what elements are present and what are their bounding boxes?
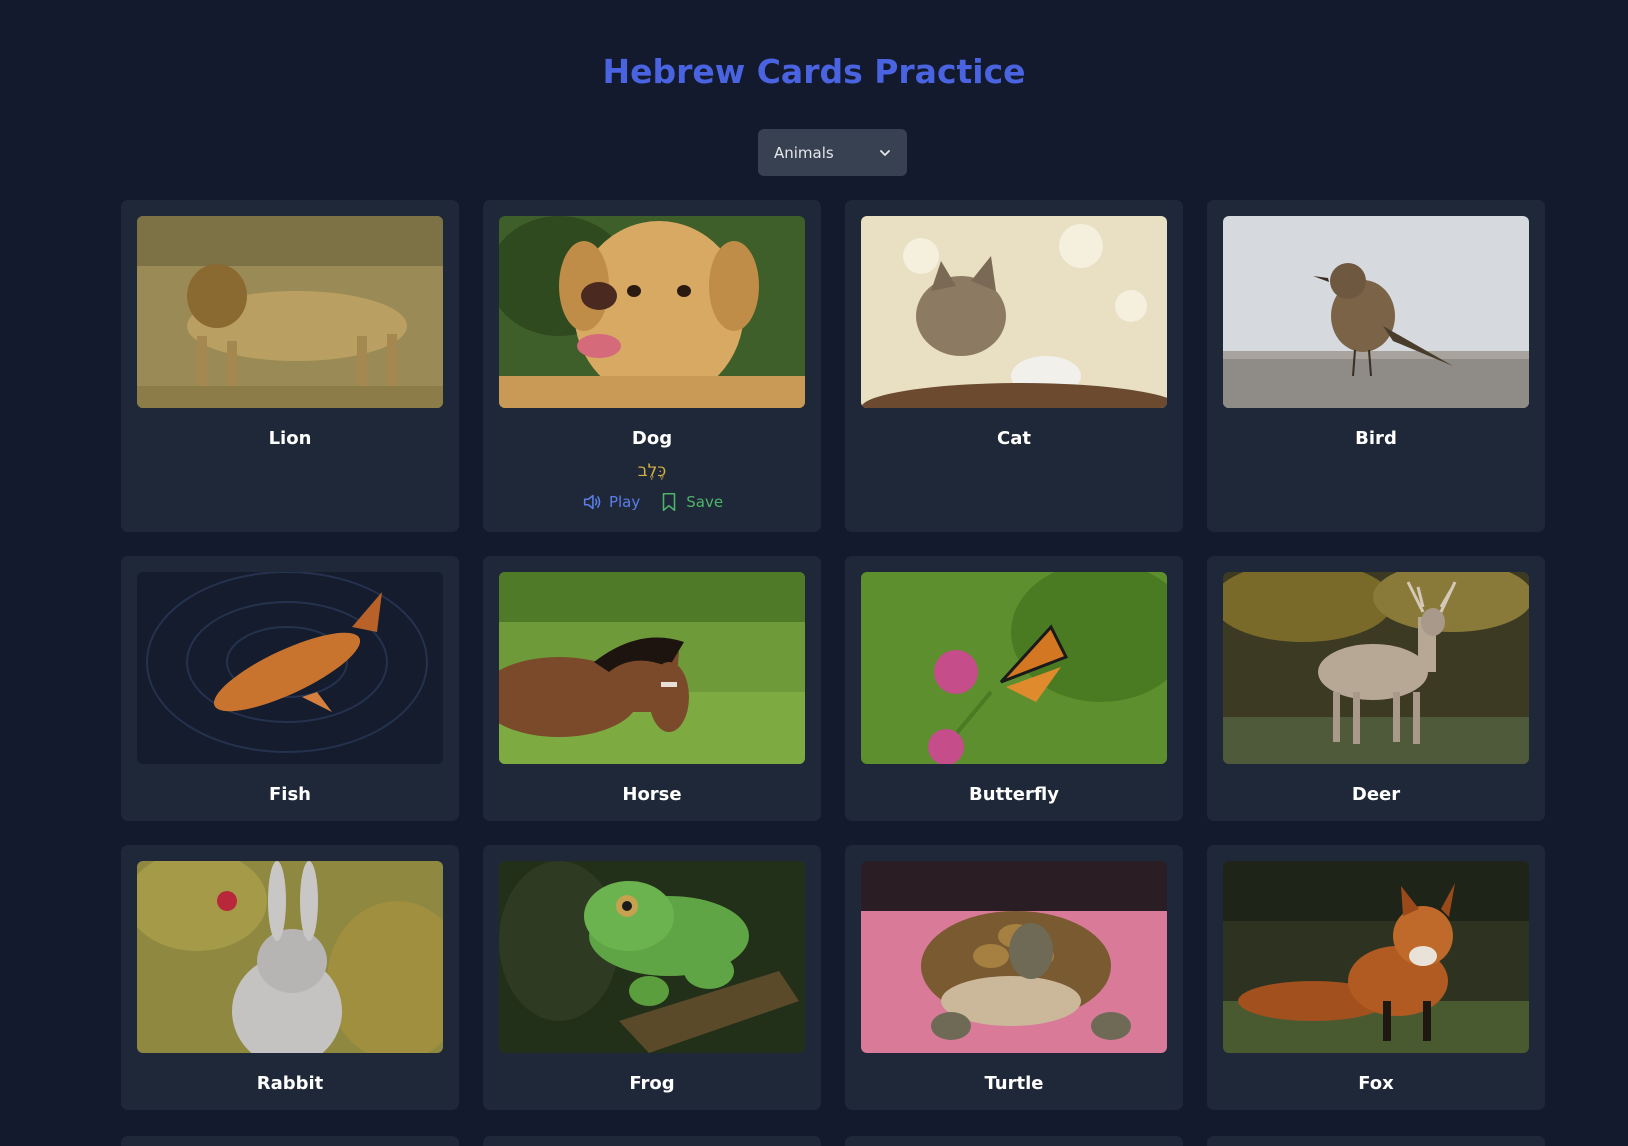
card-name: Fish [269, 784, 311, 805]
next-row-partial [121, 1136, 1546, 1146]
hebrew-word: כֶּלֶב [637, 461, 667, 481]
card-butterfly[interactable]: Butterfly [845, 556, 1183, 821]
card-name: Bird [1355, 428, 1397, 449]
card-name: Rabbit [256, 1073, 324, 1094]
card-deer[interactable]: Deer [1207, 556, 1545, 821]
card-frog[interactable]: Frog [483, 845, 821, 1110]
speaker-icon [583, 494, 601, 510]
card-name: Frog [629, 1073, 675, 1094]
rabbit-image [137, 861, 443, 1053]
card-fish[interactable]: Fish [121, 556, 459, 821]
card-name: Dog [631, 428, 673, 449]
card-lion[interactable]: Lion [121, 200, 459, 532]
partial-card [121, 1136, 459, 1146]
bookmark-icon [662, 492, 676, 512]
card-name: Horse [622, 784, 682, 805]
save-button[interactable]: Save [658, 491, 723, 513]
card-fox[interactable]: Fox [1207, 845, 1545, 1110]
cat-image [861, 216, 1167, 408]
partial-card [845, 1136, 1183, 1146]
card-rabbit[interactable]: Rabbit [121, 845, 459, 1110]
save-label: Save [686, 493, 724, 511]
card-turtle[interactable]: Turtle [845, 845, 1183, 1110]
deer-image [1223, 572, 1529, 764]
chevron-down-icon [880, 149, 890, 156]
card-cat[interactable]: Cat [845, 200, 1183, 532]
card-name: Cat [997, 428, 1031, 449]
card-actions: Play Save [581, 491, 723, 513]
partial-card [1207, 1136, 1545, 1146]
play-label: Play [608, 493, 641, 511]
cards-grid: Lion Dog כֶּלֶב Play Save Cat Bird Fish … [121, 200, 1546, 1134]
category-select-value: Animals [774, 143, 834, 162]
partial-card [483, 1136, 821, 1146]
category-select[interactable]: Animals [758, 129, 907, 176]
page-title: Hebrew Cards Practice [602, 52, 1026, 91]
card-horse[interactable]: Horse [483, 556, 821, 821]
lion-image [137, 216, 443, 408]
card-name: Deer [1351, 784, 1401, 805]
fish-image [137, 572, 443, 764]
horse-image [499, 572, 805, 764]
card-dog[interactable]: Dog כֶּלֶב Play Save [483, 200, 821, 532]
card-name: Fox [1358, 1073, 1394, 1094]
card-name: Butterfly [969, 784, 1059, 805]
frog-image [499, 861, 805, 1053]
dog-image [499, 216, 805, 408]
card-bird[interactable]: Bird [1207, 200, 1545, 532]
turtle-image [861, 861, 1167, 1053]
play-button[interactable]: Play [581, 491, 640, 513]
bird-image [1223, 216, 1529, 408]
card-name: Turtle [984, 1073, 1044, 1094]
fox-image [1223, 861, 1529, 1053]
butterfly-image [861, 572, 1167, 764]
card-name: Lion [268, 428, 312, 449]
